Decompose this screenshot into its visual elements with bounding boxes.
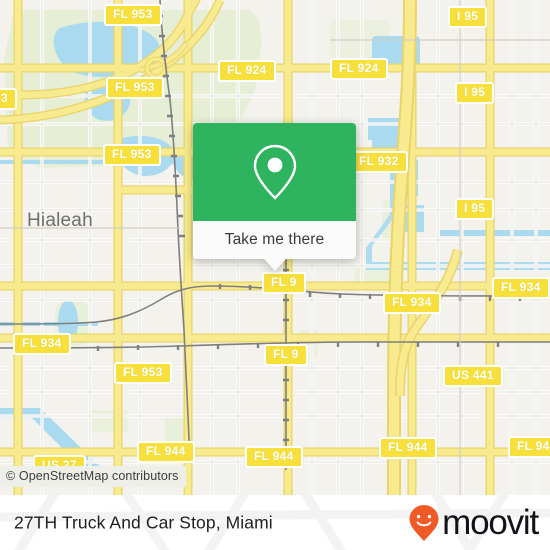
- location-title: 27TH Truck And Car Stop, Miami: [14, 512, 273, 532]
- road-shield: US 441: [443, 365, 503, 387]
- map-screenshot: Hialeah FL 953 FL 924 FL 924 I 95 I 95 FL 953…: [0, 0, 550, 550]
- place-label-hialeah: Hialeah: [27, 210, 93, 231]
- road-shield: FL 9: [262, 272, 306, 294]
- road-shield: I 95: [455, 198, 495, 220]
- road-shield: FL 934: [383, 292, 441, 314]
- road-shield: FL 934: [492, 277, 550, 299]
- road-shield: FL 944: [379, 437, 437, 459]
- moovit-brand[interactable]: moovit: [408, 503, 539, 543]
- road-shield: I 95: [448, 6, 488, 28]
- map-canvas[interactable]: Hialeah FL 953 FL 924 FL 924 I 95 I 95 FL 953…: [0, 0, 550, 495]
- road-shield: FL 924: [330, 58, 388, 80]
- road-shield: I 95: [455, 82, 495, 104]
- road-shield: FL 932: [350, 151, 408, 173]
- map-pin-icon: [253, 144, 296, 200]
- moovit-pin-icon: [409, 504, 439, 541]
- callout-header: [193, 123, 356, 221]
- callout-action-bar[interactable]: Take me there: [193, 221, 356, 259]
- moovit-wordmark: moovit: [442, 503, 539, 542]
- road-shield: FL 953: [104, 4, 162, 26]
- road-shield: FL 953: [103, 144, 161, 166]
- road-shield: FL 944: [508, 436, 550, 458]
- road-shield: FL 953: [106, 77, 164, 99]
- osm-attribution[interactable]: © OpenStreetMap contributors: [0, 466, 186, 487]
- road-shield: 3: [0, 88, 17, 110]
- callout-tail: [263, 259, 286, 271]
- road-shield: FL 924: [218, 60, 276, 82]
- road-shield: FL 9: [264, 344, 308, 366]
- road-shield: FL 944: [137, 441, 195, 463]
- road-shield: FL 944: [245, 446, 303, 468]
- road-shield: FL 953: [114, 362, 172, 384]
- destination-callout-card[interactable]: Take me there: [193, 123, 356, 271]
- road-shield: FL 934: [13, 333, 71, 355]
- take-me-there-label: Take me there: [224, 231, 325, 248]
- footer-bar: 27TH Truck And Car Stop, Miami moovit: [0, 495, 550, 550]
